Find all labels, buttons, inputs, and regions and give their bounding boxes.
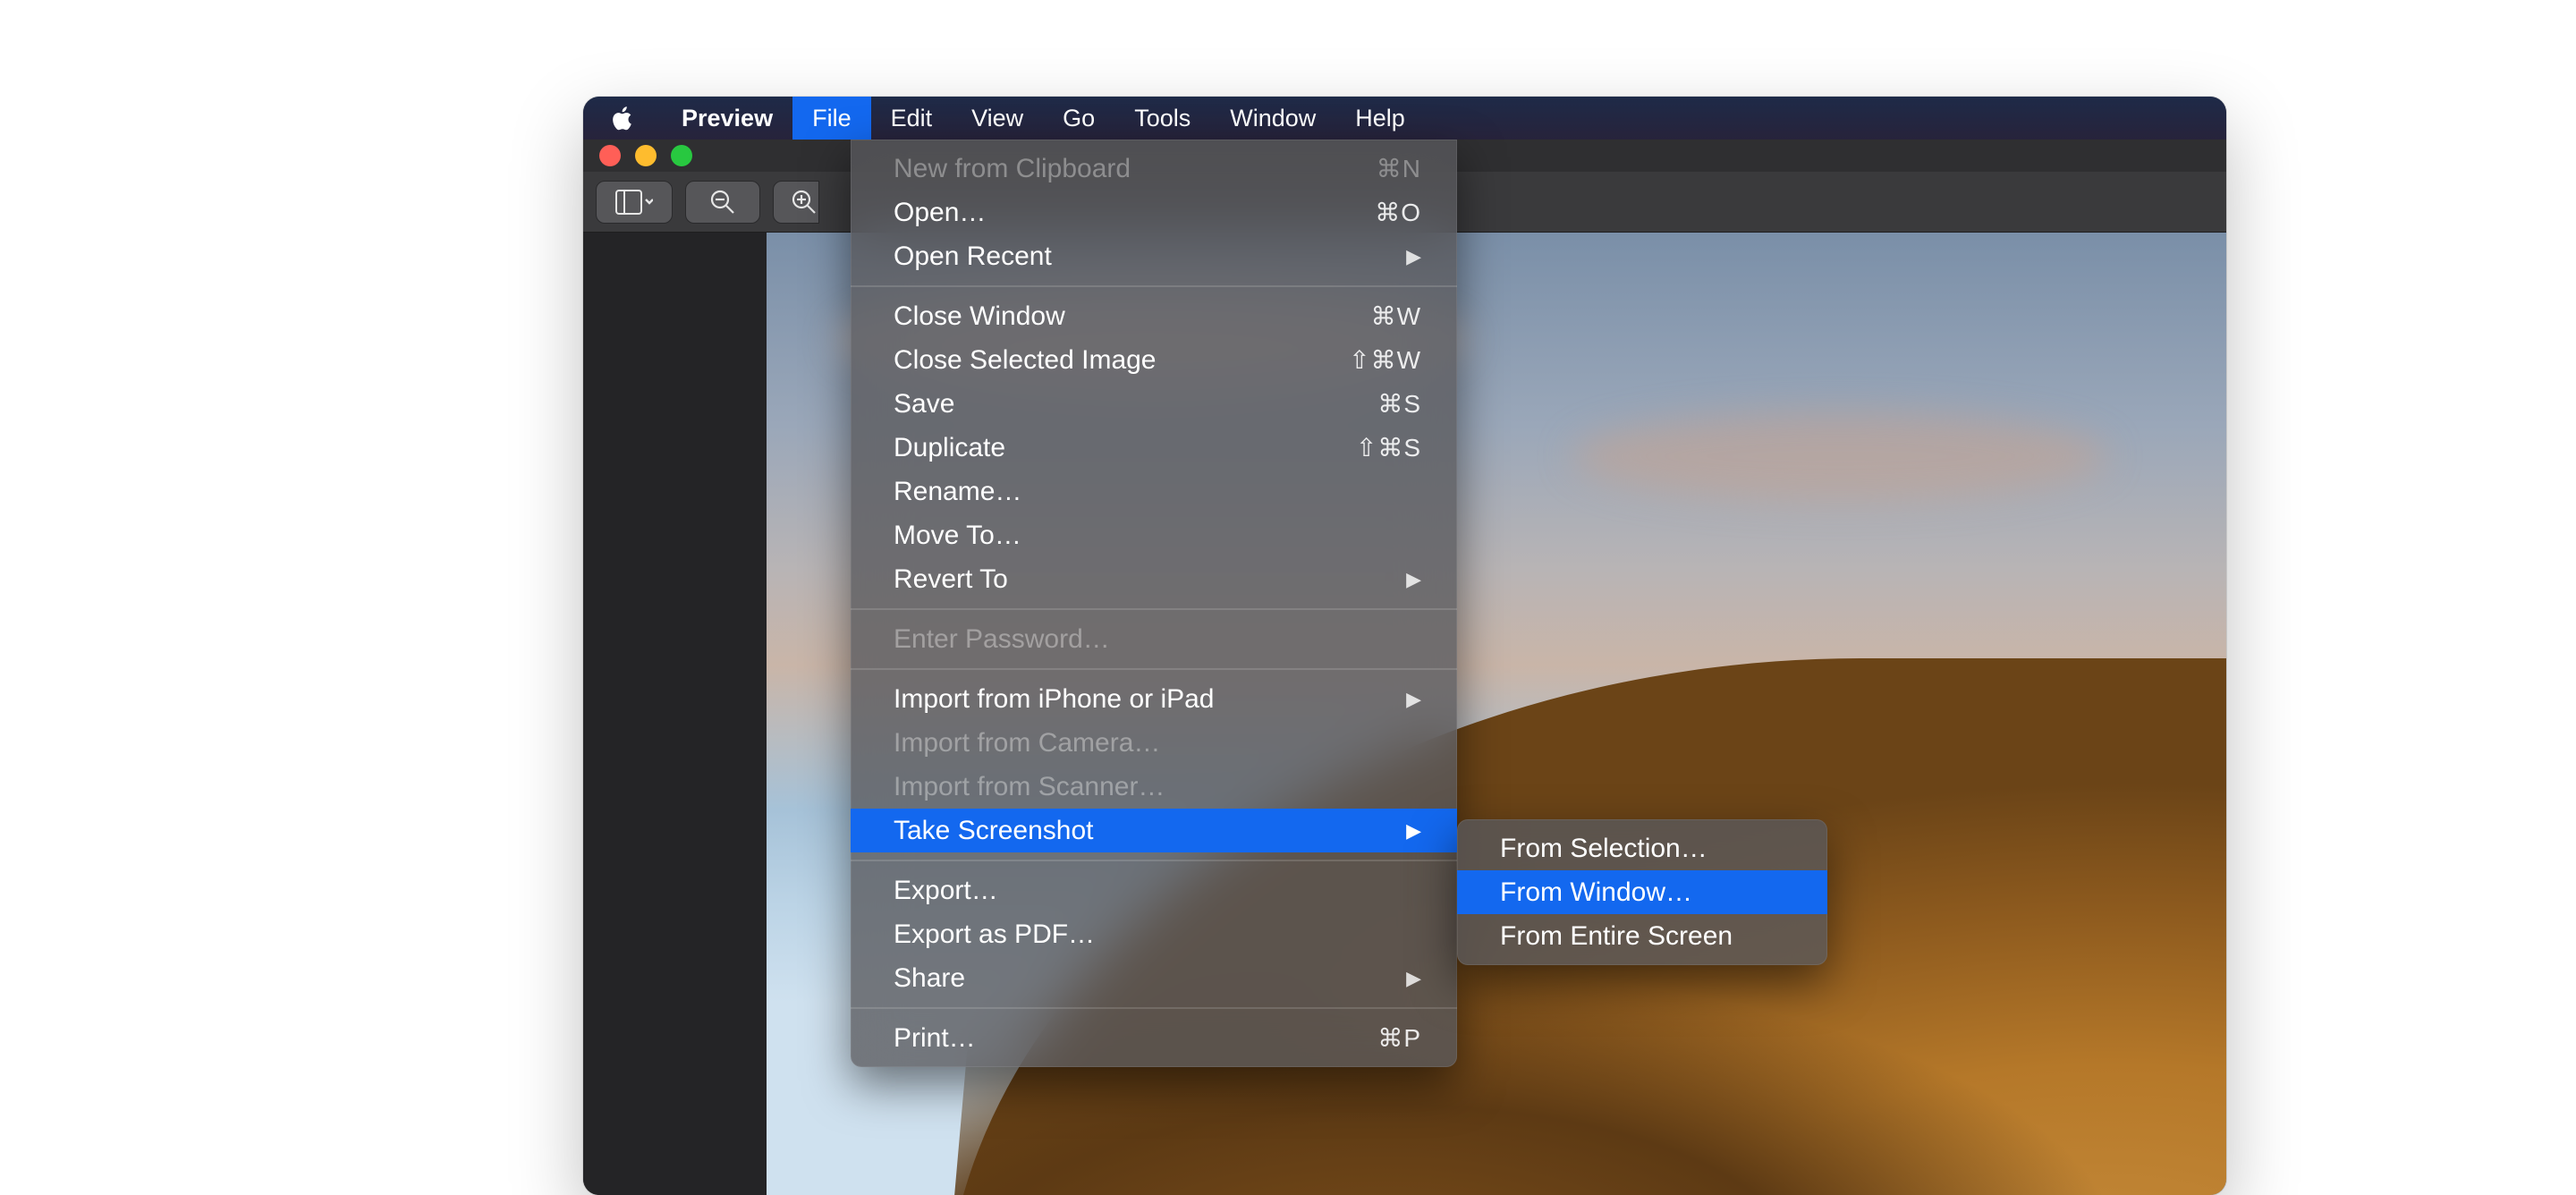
menu-shortcut: ⌘N	[1377, 154, 1421, 183]
menubar-item-view[interactable]: View	[952, 97, 1043, 140]
zoom-in-button[interactable]	[773, 181, 819, 224]
menu-item-label: Print…	[894, 1023, 976, 1054]
menu-item-label: Rename…	[894, 477, 1021, 507]
menu-item-label: From Selection…	[1500, 834, 1707, 864]
menu-separator	[851, 285, 1457, 287]
menu-shortcut: ⌘O	[1375, 198, 1421, 227]
menu-shortcut: ⇧⌘W	[1349, 345, 1421, 375]
file-menu-item-new-from-clipboard: New from Clipboard ⌘N	[851, 147, 1457, 191]
menubar-item-tools[interactable]: Tools	[1114, 97, 1210, 140]
menu-item-label: Import from iPhone or iPad	[894, 684, 1215, 715]
menu-item-label: Close Selected Image	[894, 345, 1157, 376]
menu-shortcut: ⌘W	[1371, 301, 1421, 331]
sidebar-toggle-button[interactable]	[596, 181, 673, 224]
screenshot-submenu-item-from-entire-screen[interactable]: From Entire Screen	[1457, 914, 1827, 958]
zoom-icon[interactable]	[671, 145, 692, 166]
menu-shortcut: ⇧⌘S	[1356, 433, 1421, 462]
menubar-item-file[interactable]: File	[792, 97, 871, 140]
chevron-right-icon: ▶	[1406, 568, 1421, 591]
file-menu-item-open[interactable]: Open… ⌘O	[851, 191, 1457, 234]
menu-separator	[851, 608, 1457, 610]
file-menu-item-print[interactable]: Print… ⌘P	[851, 1016, 1457, 1060]
file-menu-item-close-window[interactable]: Close Window ⌘W	[851, 294, 1457, 338]
file-menu-item-save[interactable]: Save ⌘S	[851, 382, 1457, 426]
menu-item-label: Move To…	[894, 521, 1021, 551]
file-menu-item-duplicate[interactable]: Duplicate ⇧⌘S	[851, 426, 1457, 470]
menubar-item-go[interactable]: Go	[1043, 97, 1114, 140]
menu-item-label: Enter Password…	[894, 624, 1110, 655]
file-menu-item-take-screenshot[interactable]: Take Screenshot ▶	[851, 809, 1457, 852]
macos-screenshot: Preview FileEditViewGoToolsWindowHelp	[583, 97, 2226, 1195]
menubar-item-edit[interactable]: Edit	[871, 97, 953, 140]
chevron-right-icon: ▶	[1406, 967, 1421, 990]
chevron-right-icon: ▶	[1406, 819, 1421, 843]
menu-item-label: Take Screenshot	[894, 816, 1093, 846]
file-menu-item-import-from-iphone-or-ipad[interactable]: Import from iPhone or iPad ▶	[851, 677, 1457, 721]
menubar-item-window[interactable]: Window	[1210, 97, 1335, 140]
screenshot-submenu-item-from-window[interactable]: From Window…	[1457, 870, 1827, 914]
zoom-out-button[interactable]	[685, 181, 760, 224]
menu-item-label: Open…	[894, 198, 986, 228]
chevron-right-icon: ▶	[1406, 688, 1421, 711]
menu-item-label: Save	[894, 389, 954, 420]
menubar-item-help[interactable]: Help	[1335, 97, 1425, 140]
file-menu-item-close-selected-image[interactable]: Close Selected Image ⇧⌘W	[851, 338, 1457, 382]
menu-shortcut: ⌘P	[1377, 1023, 1421, 1053]
menu-item-label: From Window…	[1500, 877, 1692, 908]
file-menu-item-share[interactable]: Share ▶	[851, 956, 1457, 1000]
file-menu-item-revert-to[interactable]: Revert To ▶	[851, 557, 1457, 601]
take-screenshot-submenu: From Selection… From Window… From Entire S…	[1457, 819, 1827, 965]
menu-item-label: From Entire Screen	[1500, 921, 1733, 952]
file-menu-item-import-from-scanner: Import from Scanner…	[851, 765, 1457, 809]
screenshot-submenu-item-from-selection[interactable]: From Selection…	[1457, 826, 1827, 870]
file-menu-item-rename[interactable]: Rename…	[851, 470, 1457, 513]
chevron-right-icon: ▶	[1406, 245, 1421, 268]
close-icon[interactable]	[599, 145, 621, 166]
menu-item-label: Duplicate	[894, 433, 1005, 463]
menu-separator	[851, 1007, 1457, 1009]
menu-item-label: Import from Scanner…	[894, 772, 1165, 802]
file-menu-item-enter-password: Enter Password…	[851, 617, 1457, 661]
menubar: Preview FileEditViewGoToolsWindowHelp	[583, 97, 2226, 140]
file-menu-item-move-to[interactable]: Move To…	[851, 513, 1457, 557]
apple-icon[interactable]	[610, 105, 662, 131]
file-menu: New from Clipboard ⌘N Open… ⌘O Open Recent ▶ C…	[851, 140, 1457, 1067]
file-menu-item-export-as-pdf[interactable]: Export as PDF…	[851, 912, 1457, 956]
menubar-app-name[interactable]: Preview	[662, 97, 792, 140]
menu-separator	[851, 668, 1457, 670]
menu-separator	[851, 860, 1457, 861]
minimize-icon[interactable]	[635, 145, 657, 166]
file-menu-item-import-from-camera: Import from Camera…	[851, 721, 1457, 765]
menu-item-label: Share	[894, 963, 965, 994]
menu-item-label: Import from Camera…	[894, 728, 1160, 759]
menu-shortcut: ⌘S	[1377, 389, 1421, 419]
menu-item-label: Revert To	[894, 564, 1008, 595]
menu-item-label: Export…	[894, 876, 998, 906]
menu-item-label: Export as PDF…	[894, 920, 1095, 950]
file-menu-item-open-recent[interactable]: Open Recent ▶	[851, 234, 1457, 278]
menu-item-label: Open Recent	[894, 242, 1052, 272]
menu-item-label: Close Window	[894, 301, 1065, 332]
menu-item-label: New from Clipboard	[894, 154, 1131, 184]
file-menu-item-export[interactable]: Export…	[851, 869, 1457, 912]
thumbnails-sidebar[interactable]	[583, 233, 767, 1195]
